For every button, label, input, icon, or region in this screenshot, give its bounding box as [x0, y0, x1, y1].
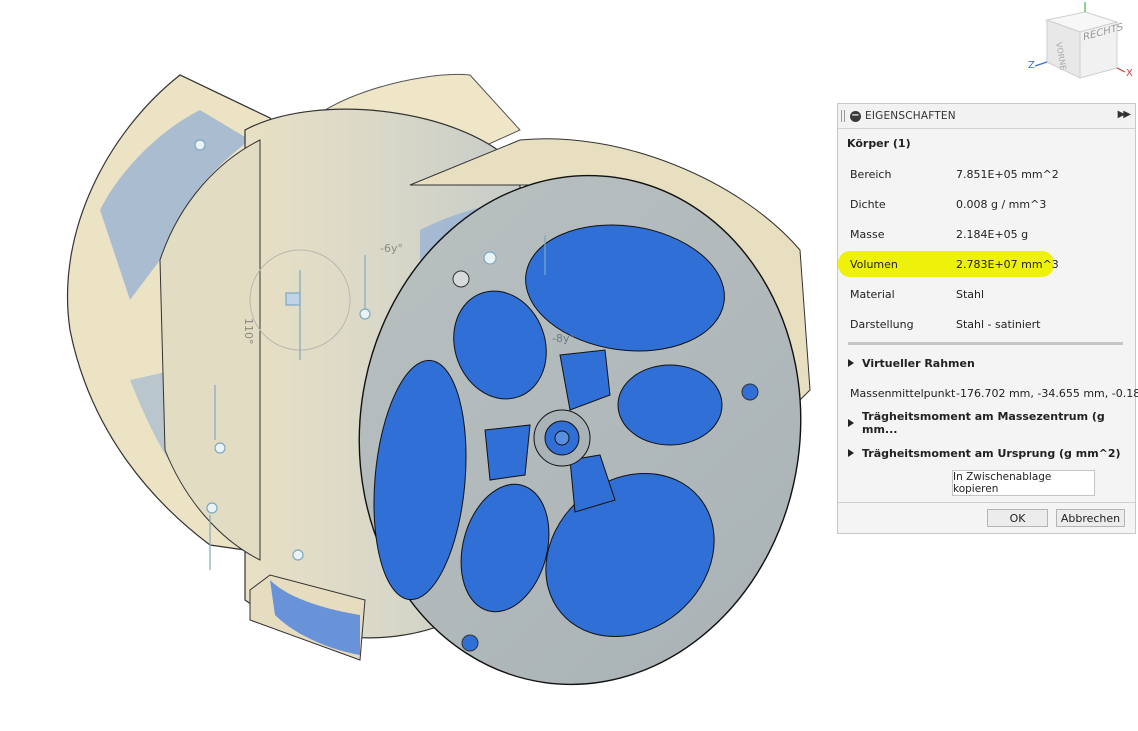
- property-key: Massenmittelpunkt: [850, 386, 956, 400]
- ok-button[interactable]: OK: [987, 509, 1048, 527]
- expand-triangle-icon: [848, 449, 854, 457]
- dim-label-top: -6y°: [380, 242, 403, 255]
- property-row: Bereich 7.851E+05 mm^2: [838, 159, 1135, 189]
- section-virtual-frame[interactable]: Virtueller Rahmen: [838, 348, 1135, 378]
- property-key: Dichte: [850, 197, 886, 211]
- section-label: Trägheitsmoment am Massezentrum (g mm...: [862, 410, 1105, 436]
- section-label: Trägheitsmoment am Ursprung (g mm^2): [862, 446, 1121, 460]
- property-list: Bereich 7.851E+05 mm^2 Dichte 0.008 g / …: [838, 159, 1135, 339]
- section-label: Virtueller Rahmen: [862, 356, 975, 370]
- divider: [838, 502, 1135, 503]
- property-row-volume: Volumen 2.783E+07 mm^3: [838, 249, 1135, 279]
- property-value: Stahl: [956, 287, 985, 301]
- body-title: Körper (1): [847, 137, 911, 150]
- drag-handle-icon[interactable]: [841, 110, 845, 122]
- expand-panel-icon[interactable]: ▶▶: [1118, 109, 1131, 120]
- divider: [848, 342, 1123, 345]
- dim-label-left: 110°: [242, 318, 255, 345]
- property-value: -176.702 mm, -34.655 mm, -0.18...: [956, 386, 1138, 400]
- viewcube[interactable]: VORNE RECHTS Z X: [1025, 0, 1135, 90]
- property-key: Darstellung: [850, 317, 914, 331]
- dim-label-mid: -8y°: [552, 332, 575, 345]
- section-inertia-center[interactable]: Trägheitsmoment am Massezentrum (g mm...: [838, 408, 1135, 438]
- property-key: Volumen: [850, 257, 898, 271]
- axis-z-label: Z: [1028, 60, 1035, 71]
- cancel-button[interactable]: Abbrechen: [1056, 509, 1125, 527]
- property-row-center-of-mass: Massenmittelpunkt -176.702 mm, -34.655 m…: [838, 378, 1138, 408]
- collapse-icon[interactable]: −: [850, 110, 861, 122]
- property-row: Masse 2.184E+05 g: [838, 219, 1135, 249]
- property-key: Masse: [850, 227, 885, 241]
- section-inertia-origin[interactable]: Trägheitsmoment am Ursprung (g mm^2): [838, 438, 1135, 468]
- property-value: Stahl - satiniert: [956, 317, 1041, 331]
- property-value: 2.184E+05 g: [956, 227, 1029, 241]
- properties-panel: − EIGENSCHAFTEN ▶▶ Körper (1) Bereich 7.…: [837, 103, 1138, 534]
- property-row: Material Stahl: [838, 279, 1135, 309]
- property-row: Dichte 0.008 g / mm^3: [838, 189, 1135, 219]
- panel-title: EIGENSCHAFTEN: [865, 110, 956, 122]
- expand-triangle-icon: [848, 419, 854, 427]
- property-key: Bereich: [850, 167, 892, 181]
- copy-to-clipboard-button[interactable]: In Zwischenablage kopieren: [952, 470, 1095, 496]
- property-row: Darstellung Stahl - satiniert: [838, 309, 1135, 339]
- expand-triangle-icon: [848, 359, 854, 367]
- panel-header: − EIGENSCHAFTEN ▶▶: [838, 104, 1135, 129]
- property-value: 2.783E+07 mm^3: [956, 257, 1059, 271]
- property-value: 0.008 g / mm^3: [956, 197, 1047, 211]
- axis-x-label: X: [1126, 68, 1133, 79]
- property-value: 7.851E+05 mm^2: [956, 167, 1059, 181]
- vent-hole: [617, 364, 723, 446]
- property-key: Material: [850, 287, 895, 301]
